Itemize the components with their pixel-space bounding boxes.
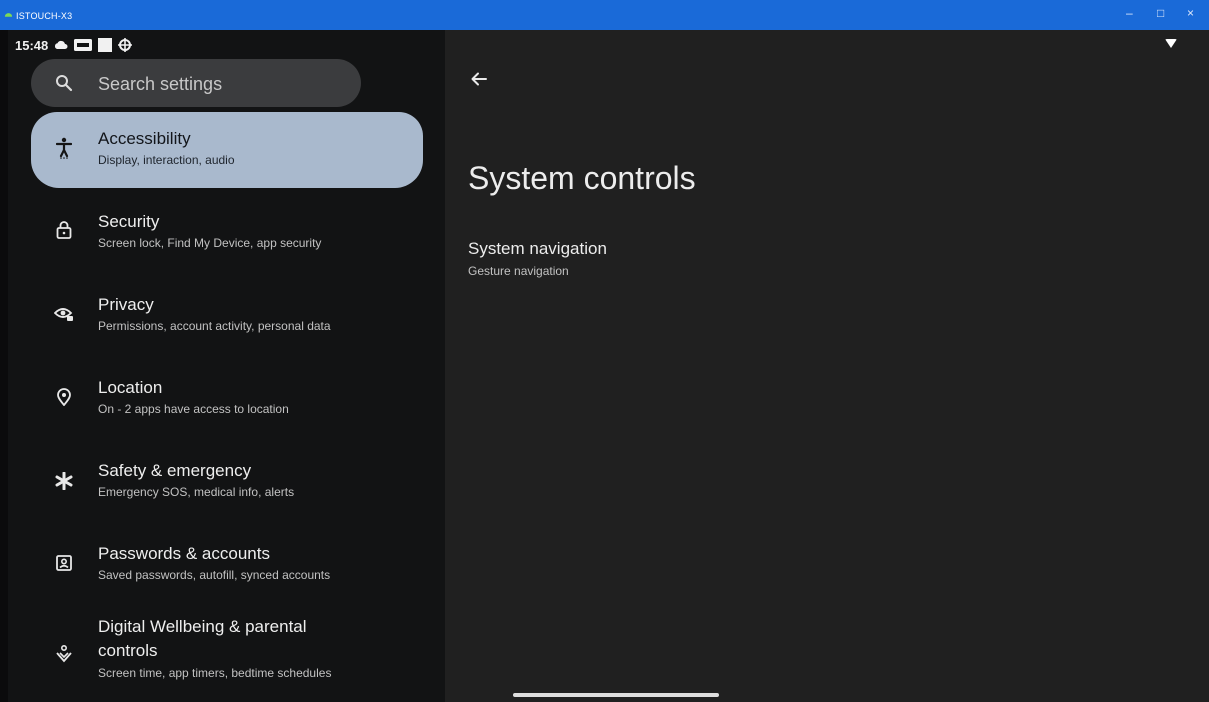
settings-item-subtitle: Permissions, account activity, personal … bbox=[98, 319, 331, 333]
status-bar: 15:48 bbox=[15, 36, 133, 54]
wifi-icon bbox=[1165, 39, 1177, 48]
device-screen: 15:48 Search settings Accessibility Disp… bbox=[8, 30, 1209, 702]
search-settings-bar[interactable]: Search settings bbox=[31, 59, 361, 107]
settings-item-accessibility[interactable]: Accessibility Display, interaction, audi… bbox=[31, 112, 423, 188]
minimize-button[interactable]: – bbox=[1126, 6, 1133, 20]
android-app-icon bbox=[4, 13, 13, 17]
settings-item-subtitle: Screen time, app timers, bedtime schedul… bbox=[98, 666, 332, 680]
settings-item-title: Passwords & accounts bbox=[98, 544, 270, 563]
settings-item-subtitle: Emergency SOS, medical info, alerts bbox=[98, 485, 295, 499]
settings-item-subtitle: On - 2 apps have access to location bbox=[98, 402, 289, 416]
settings-item-security[interactable]: Security Screen lock, Find My Device, ap… bbox=[31, 200, 423, 264]
settings-item-title: Location bbox=[98, 378, 163, 397]
system-navigation-title: System navigation bbox=[468, 239, 607, 258]
settings-item-title: Security bbox=[98, 212, 160, 231]
settings-item-passwords-accounts[interactable]: Passwords & accounts Saved passwords, au… bbox=[31, 532, 423, 596]
settings-item-subtitle: Display, interaction, audio bbox=[98, 153, 235, 167]
lock-icon bbox=[53, 219, 75, 241]
settings-item-safety-emergency[interactable]: Safety & emergency Emergency SOS, medica… bbox=[31, 449, 423, 513]
settings-item-title: Privacy bbox=[98, 295, 154, 314]
system-navigation-item[interactable]: System navigation Gesture navigation bbox=[465, 235, 1165, 287]
settings-item-privacy[interactable]: Privacy Permissions, account activity, p… bbox=[31, 283, 423, 347]
status-time: 15:48 bbox=[15, 37, 49, 53]
maximize-button[interactable]: □ bbox=[1157, 6, 1164, 20]
detail-pane: System controls System navigation Gestur… bbox=[445, 30, 1209, 702]
location-pin-icon bbox=[53, 386, 75, 408]
close-button[interactable]: × bbox=[1187, 6, 1194, 20]
settings-item-title: Safety & emergency bbox=[98, 461, 252, 480]
page-title: System controls bbox=[468, 160, 696, 196]
settings-list-pane: 15:48 Search settings Accessibility Disp… bbox=[8, 30, 445, 702]
asterisk-icon bbox=[53, 470, 75, 492]
settings-item-subtitle: Saved passwords, autofill, synced accoun… bbox=[98, 568, 331, 582]
cloud-icon bbox=[54, 40, 68, 50]
search-icon bbox=[55, 74, 73, 97]
window-title: ISTOUCH-X3 bbox=[16, 11, 73, 21]
privacy-eye-icon bbox=[53, 303, 75, 325]
gesture-navigation-handle[interactable] bbox=[513, 693, 719, 697]
settings-item-title-line2: controls bbox=[98, 641, 158, 660]
settings-item-title-line1: Digital Wellbeing & parental bbox=[98, 617, 307, 636]
settings-item-digital-wellbeing[interactable]: Digital Wellbeing & parental controls Sc… bbox=[31, 612, 423, 692]
wellbeing-icon bbox=[53, 643, 75, 665]
settings-item-title: Accessibility bbox=[98, 129, 191, 148]
system-navigation-subtitle: Gesture navigation bbox=[468, 264, 569, 278]
window-titlebar: ISTOUCH-X3 – □ × bbox=[0, 0, 1209, 30]
search-placeholder: Search settings bbox=[98, 74, 223, 94]
settings-gear-icon bbox=[118, 38, 133, 52]
accessibility-icon bbox=[53, 137, 75, 159]
account-box-icon bbox=[53, 552, 75, 574]
dvr-icon bbox=[74, 39, 93, 51]
back-arrow-icon[interactable] bbox=[471, 72, 487, 91]
settings-item-location[interactable]: Location On - 2 apps have access to loca… bbox=[31, 366, 423, 430]
settings-item-subtitle: Screen lock, Find My Device, app securit… bbox=[98, 236, 322, 250]
square-icon bbox=[98, 38, 113, 52]
